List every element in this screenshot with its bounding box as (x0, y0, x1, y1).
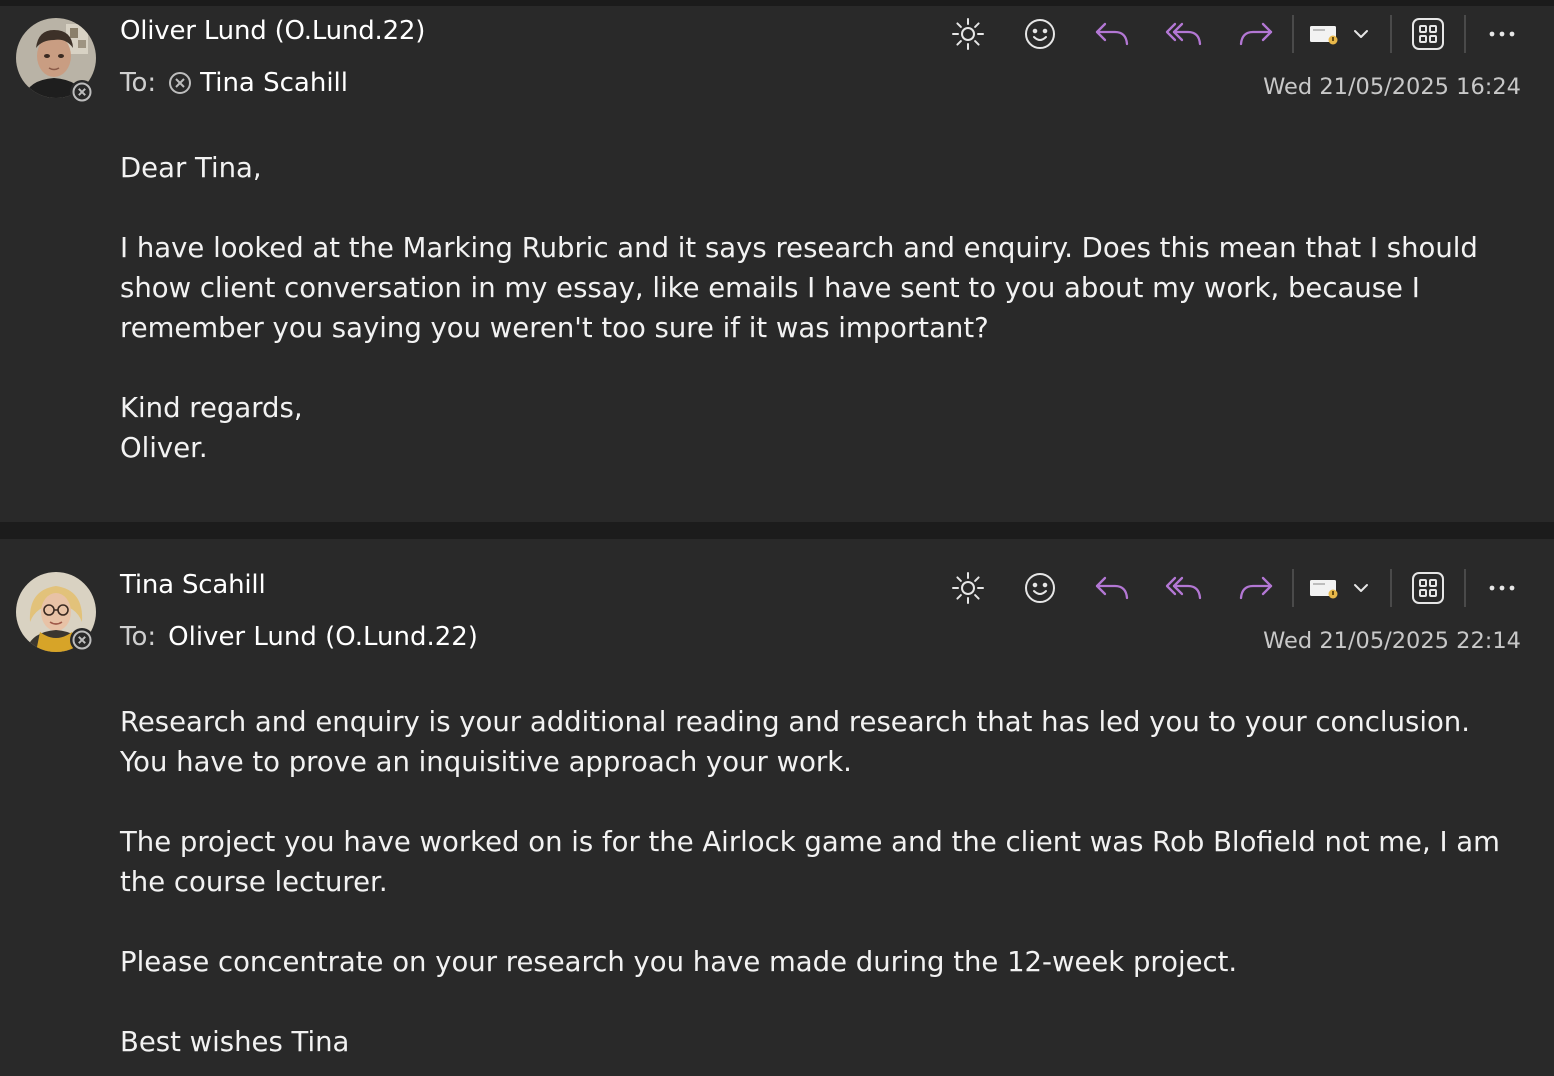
forward-icon[interactable] (1228, 6, 1284, 62)
more-icon[interactable] (1474, 6, 1530, 62)
toolbar-divider (1292, 569, 1294, 607)
toolbar-divider (1464, 15, 1466, 53)
sender-name[interactable]: Oliver Lund (O.Lund.22) (120, 16, 425, 46)
message-toolbar (930, 6, 1530, 62)
emoji-icon[interactable] (1012, 560, 1068, 616)
recipient-row: To: Tina Scahill (120, 68, 348, 98)
brightness-icon[interactable] (940, 6, 996, 62)
greeting: Dear Tina, (120, 152, 262, 184)
recipient-status-icon (168, 71, 192, 95)
message-body: Dear Tina, I have looked at the Marking … (120, 148, 1520, 468)
message-separator (0, 522, 1554, 539)
message-body: Research and enquiry is your additional … (120, 702, 1520, 1062)
toolbar-divider (1390, 569, 1392, 607)
body-paragraph: Please concentrate on your research you … (120, 946, 1238, 978)
body-paragraph: The project you have worked on is for th… (120, 826, 1509, 898)
toolbar-divider (1390, 15, 1392, 53)
emoji-icon[interactable] (1012, 6, 1068, 62)
brightness-icon[interactable] (940, 560, 996, 616)
reply-all-icon[interactable] (1156, 6, 1212, 62)
message-date: Wed 21/05/2025 16:24 (1263, 74, 1521, 100)
toolbar-divider (1292, 15, 1294, 53)
chevron-down-icon[interactable] (1344, 560, 1378, 616)
to-label: To: (120, 622, 157, 652)
more-icon[interactable] (1474, 560, 1530, 616)
message-toolbar (930, 560, 1530, 616)
presence-status-icon (70, 80, 94, 104)
signature: Oliver. (120, 432, 208, 464)
signoff: Best wishes Tina (120, 1026, 350, 1058)
email-message-tina: Tina Scahill To: Oliver Lund (O.Lund.22)… (0, 539, 1554, 1076)
message-date: Wed 21/05/2025 22:14 (1263, 628, 1521, 654)
reply-icon[interactable] (1084, 6, 1140, 62)
forward-icon[interactable] (1228, 560, 1284, 616)
body-paragraph: Research and enquiry is your additional … (120, 706, 1479, 778)
tag-icon[interactable] (1302, 6, 1346, 62)
apps-icon[interactable] (1400, 6, 1456, 62)
chevron-down-icon[interactable] (1344, 6, 1378, 62)
sender-name[interactable]: Tina Scahill (120, 570, 266, 600)
apps-icon[interactable] (1400, 560, 1456, 616)
reply-icon[interactable] (1084, 560, 1140, 616)
to-label: To: (120, 68, 157, 98)
signoff: Kind regards, (120, 392, 303, 424)
recipient-row: To: Oliver Lund (O.Lund.22) (120, 622, 478, 652)
reply-all-icon[interactable] (1156, 560, 1212, 616)
recipient-name[interactable]: Oliver Lund (O.Lund.22) (168, 622, 478, 652)
recipient-name[interactable]: Tina Scahill (200, 68, 348, 98)
body-paragraph: I have looked at the Marking Rubric and … (120, 232, 1487, 344)
toolbar-divider (1464, 569, 1466, 607)
tag-icon[interactable] (1302, 560, 1346, 616)
email-message-oliver: Oliver Lund (O.Lund.22) To: Tina Scahill… (0, 6, 1554, 522)
presence-status-icon (70, 628, 94, 652)
